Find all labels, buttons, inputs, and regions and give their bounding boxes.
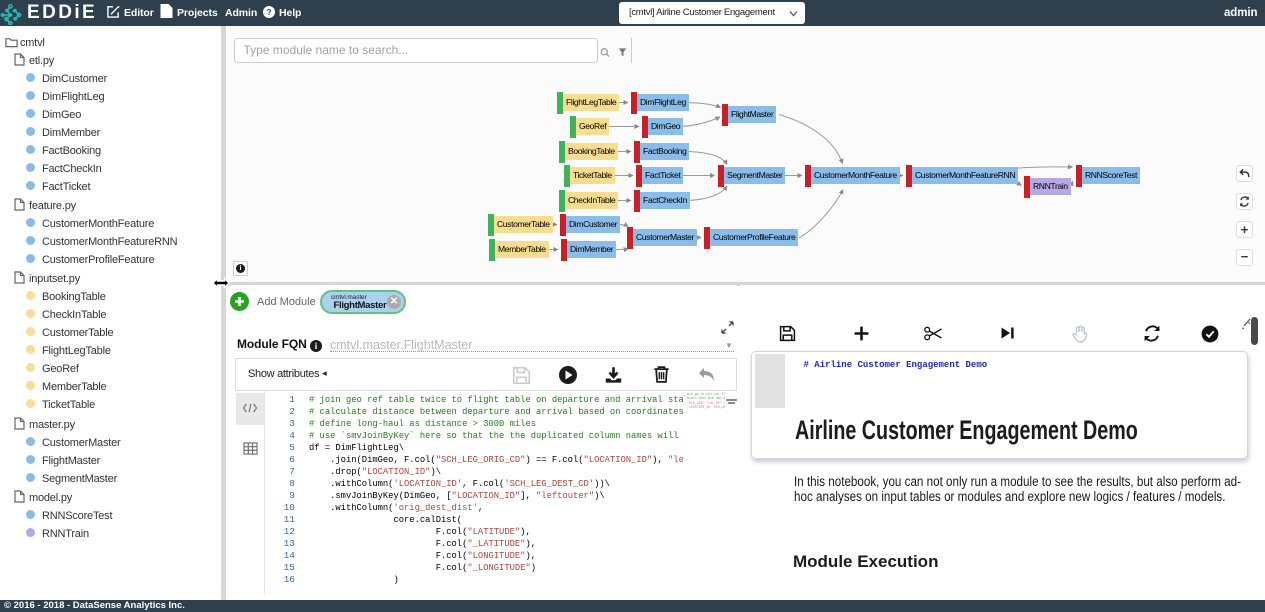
svg-text:?: ?	[267, 8, 272, 17]
